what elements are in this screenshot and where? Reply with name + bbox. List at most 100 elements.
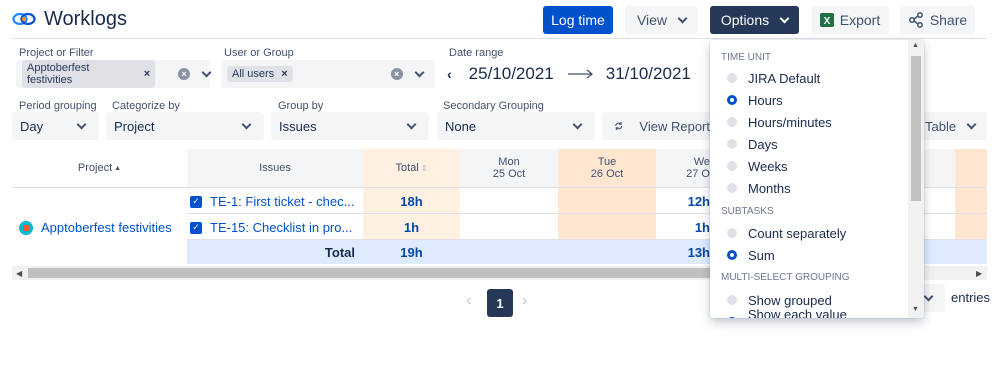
group-by-select[interactable]: Issues: [271, 112, 429, 140]
options-menu: TIME UNIT JIRA Default Hours Hours/minut…: [710, 40, 924, 318]
group-by-value: Issues: [279, 118, 317, 134]
total-wed-value: 13h: [687, 245, 710, 260]
column-tue-date: 26 Oct: [590, 168, 624, 180]
menu-item-months[interactable]: Months: [710, 177, 908, 199]
categorize-value: Project: [114, 118, 155, 134]
project-filter-select[interactable]: Apptoberfest festivities × ×: [16, 60, 212, 88]
view-label: View: [636, 12, 668, 28]
column-mon-label: Mon: [498, 156, 520, 168]
menu-item-hours[interactable]: Hours: [710, 89, 908, 111]
menu-item-count-separately[interactable]: Count separately: [710, 222, 908, 244]
remove-tag-icon[interactable]: ×: [281, 68, 287, 80]
secondary-grouping-select[interactable]: None: [437, 112, 595, 140]
chevron-down-icon: [677, 13, 688, 23]
scroll-down-icon[interactable]: ▼: [912, 306, 919, 313]
menu-item-label: Count separately: [748, 225, 847, 241]
total-row-label: Total: [324, 245, 355, 260]
column-total[interactable]: Total ⇕: [363, 149, 460, 187]
sort-icon: ⇕: [420, 163, 428, 173]
categorize-select[interactable]: Project: [106, 112, 264, 140]
column-project[interactable]: Project ▲: [12, 149, 187, 187]
view-button[interactable]: View: [625, 6, 698, 34]
row-total: 1h: [403, 220, 420, 235]
period-grouping-value: Day: [20, 118, 44, 134]
project-link[interactable]: Apptoberfest festivities: [41, 220, 172, 235]
menu-item-jira-default[interactable]: JIRA Default: [710, 67, 908, 89]
chevron-down-icon: [572, 119, 583, 129]
menu-item-label: Days: [748, 136, 778, 152]
column-mon[interactable]: Mon 25 Oct: [460, 149, 558, 187]
period-grouping-label: Period grouping: [19, 100, 97, 112]
menu-item-days[interactable]: Days: [710, 133, 908, 155]
app-logo-icon: [12, 12, 36, 26]
categorize-label: Categorize by: [112, 100, 180, 112]
issue-link[interactable]: TE-15: Checklist in pro...: [210, 220, 352, 235]
share-icon: [908, 12, 923, 28]
entries-label: entries: [951, 290, 991, 305]
row-wed-value: 12h: [687, 194, 710, 209]
scroll-right-icon[interactable]: ▶: [976, 269, 982, 278]
user-tag-label: All users: [232, 68, 275, 80]
table-row[interactable]: ✓ TE-1: First ticket - chec...: [190, 194, 354, 209]
scroll-up-icon[interactable]: ▲: [912, 42, 919, 49]
radio-selected-icon: [727, 95, 737, 105]
date-range-picker[interactable]: ‹ 25/10/2021 31/10/2021: [443, 60, 710, 88]
log-time-button[interactable]: Log time: [543, 6, 613, 34]
menu-item-weeks[interactable]: Weeks: [710, 155, 908, 177]
column-wed-date: 27 O: [686, 168, 710, 180]
column-wed[interactable]: We 27 O: [656, 149, 710, 187]
issue-type-icon: ✓: [190, 195, 202, 208]
share-label: Share: [929, 12, 968, 28]
next-page-icon[interactable]: ›: [522, 292, 527, 310]
radio-icon: [727, 139, 737, 149]
options-label: Options: [720, 12, 770, 28]
column-wed-label: We: [693, 156, 710, 168]
export-label: Export: [839, 12, 881, 28]
group-by-label: Group by: [278, 100, 324, 112]
menu-item-sum[interactable]: Sum: [710, 244, 908, 266]
column-tue[interactable]: Tue 26 Oct: [558, 149, 656, 187]
chevron-down-icon: [241, 119, 252, 129]
menu-scrollbar[interactable]: ▲ ▼: [908, 40, 924, 318]
prev-page-icon[interactable]: ‹: [466, 292, 471, 310]
clear-icon[interactable]: ×: [390, 68, 403, 80]
issue-type-icon: ✓: [190, 221, 202, 234]
scrollbar-thumb[interactable]: [28, 268, 718, 278]
chevron-down-icon: [966, 119, 977, 129]
issue-link[interactable]: TE-1: First ticket - chec...: [210, 194, 354, 209]
radio-icon: [727, 228, 737, 238]
time-unit-heading: TIME UNIT: [721, 52, 771, 63]
svg-text:X: X: [823, 16, 830, 27]
options-button[interactable]: Options: [710, 6, 799, 34]
menu-item-label: Show grouped: [748, 292, 832, 308]
grand-total: 19h: [400, 245, 423, 260]
table-label: Table: [925, 118, 957, 134]
column-issues[interactable]: Issues: [187, 149, 363, 187]
user-filter-select[interactable]: All users × ×: [221, 60, 435, 88]
radio-icon: [727, 161, 737, 171]
radio-icon: [727, 73, 737, 83]
scroll-left-icon[interactable]: ◀: [16, 269, 22, 278]
menu-item-label: Hours: [748, 92, 783, 108]
export-button[interactable]: X Export: [811, 6, 889, 34]
view-report-label: View Report: [639, 118, 710, 134]
project-cell[interactable]: Apptoberfest festivities: [19, 220, 172, 235]
multiselect-heading: MULTI-SELECT GROUPING: [721, 272, 850, 283]
date-to[interactable]: 31/10/2021: [606, 64, 691, 84]
project-tag: Apptoberfest festivities ×: [22, 60, 156, 88]
date-from[interactable]: 25/10/2021: [469, 64, 554, 84]
menu-scrollbar-thumb[interactable]: [911, 56, 921, 201]
menu-item-label: Show each value separately: [747, 307, 847, 318]
page-button-current[interactable]: 1: [487, 289, 513, 317]
clear-icon[interactable]: ×: [178, 68, 191, 80]
period-grouping-select[interactable]: Day: [12, 112, 99, 140]
remove-tag-icon[interactable]: ×: [144, 68, 150, 80]
prev-period-icon[interactable]: ‹: [447, 66, 452, 82]
view-report-button[interactable]: View Report: [602, 112, 710, 140]
share-button[interactable]: Share: [900, 6, 975, 34]
page-title: Worklogs: [44, 8, 127, 30]
column-project-label: Project: [77, 162, 113, 174]
menu-item-hours-minutes[interactable]: Hours/minutes: [710, 111, 908, 133]
menu-item-show-separately[interactable]: Show each value separately: [710, 307, 908, 318]
table-row[interactable]: ✓ TE-15: Checklist in pro...: [190, 220, 352, 235]
